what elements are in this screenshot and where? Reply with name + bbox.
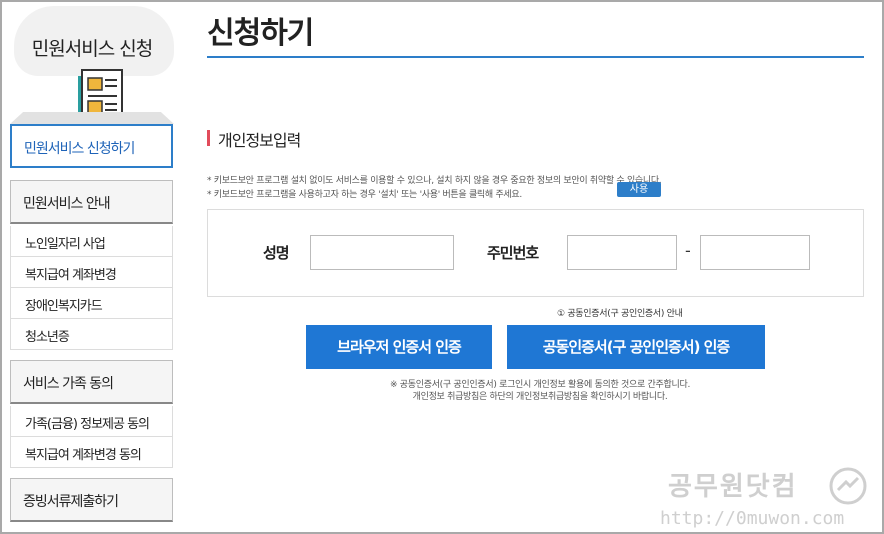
joint-cert-help-link[interactable]: ① 공동인증서(구 공인인증서) 안내 — [557, 306, 683, 319]
name-label: 성명 — [263, 244, 290, 262]
sidebar-title: 민원서비스 신청 — [31, 38, 153, 60]
section-marker — [207, 130, 210, 146]
sidebar-section-service-guide[interactable]: 민원서비스 안내 — [10, 180, 173, 224]
sidebar-section-document-submit[interactable]: 증빙서류제출하기 — [10, 478, 173, 522]
watermark-brand: 공무원닷컴 — [668, 472, 798, 502]
sidebar-item-account-change-consent[interactable]: 복지급여 계좌변경 동의 — [10, 437, 173, 468]
personal-info-form: 성명 주민번호 - — [207, 209, 864, 297]
title-divider — [207, 56, 864, 58]
sidebar-item-apply[interactable]: 민원서비스 신청하기 — [10, 124, 173, 168]
keyboard-security-note-2: * 키보드보안 프로그램을 사용하고자 하는 경우 '설치' 또는 '사용' 버… — [207, 190, 522, 200]
sidebar-header: 민원서비스 신청 — [10, 2, 174, 124]
sidebar-item-disability-card[interactable]: 장애인복지카드 — [10, 288, 173, 319]
sidebar-section-family-consent[interactable]: 서비스 가족 동의 — [10, 360, 173, 404]
page-title: 신청하기 — [207, 16, 314, 51]
name-input[interactable] — [310, 235, 454, 270]
sidebar: 민원서비스 신청 민원서비스 신청하기 민원서비스 안내 노인일자리 사업 복지… — [10, 2, 174, 522]
rrn-front-input[interactable] — [567, 235, 677, 270]
keyboard-security-note-1: * 키보드보안 프로그램 설치 없이도 서비스를 이용할 수 있으나, 설치 하… — [207, 176, 662, 186]
browser-cert-button[interactable]: 브라우저 인증서 인증 — [306, 325, 492, 369]
watermark-logo-icon — [829, 467, 867, 505]
sidebar-item-senior-jobs[interactable]: 노인일자리 사업 — [10, 226, 173, 257]
rrn-separator: - — [685, 241, 691, 260]
section-title: 개인정보입력 — [218, 131, 301, 150]
sidebar-item-family-info-consent[interactable]: 가족(금융) 정보제공 동의 — [10, 406, 173, 437]
joint-cert-button[interactable]: 공동인증서(구 공인인증서) 인증 — [507, 325, 765, 369]
sidebar-item-youth-card[interactable]: 청소년증 — [10, 319, 173, 350]
rrn-back-input[interactable] — [700, 235, 810, 270]
sidebar-header-base — [10, 112, 174, 124]
watermark-url: http://0muwon.com — [660, 508, 845, 529]
disclaimer-line-2: 개인정보 취급방침은 하단의 개인정보취급방침을 확인하시기 바랍니다. — [412, 392, 668, 402]
use-button[interactable]: 사용 — [617, 182, 661, 197]
sidebar-item-welfare-account-change[interactable]: 복지급여 계좌변경 — [10, 257, 173, 288]
rrn-label: 주민번호 — [487, 244, 539, 262]
